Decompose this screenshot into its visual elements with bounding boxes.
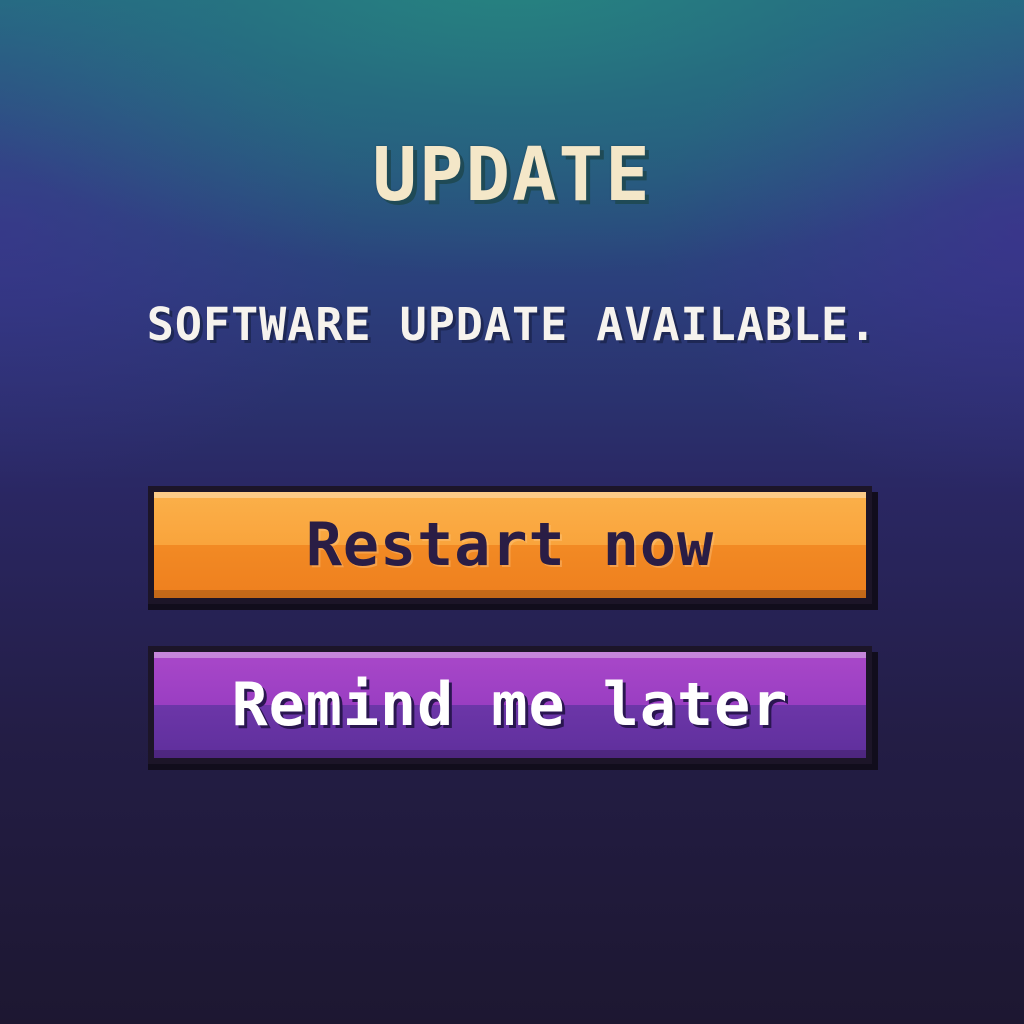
remind-me-later-button[interactable]: Remind me later bbox=[148, 646, 872, 764]
update-message: SOFTWARE UPDATE AVAILABLE. bbox=[146, 298, 878, 351]
remind-me-later-label: Remind me later bbox=[231, 670, 789, 740]
dialog-title: UPDATE bbox=[372, 132, 652, 218]
restart-now-label: Restart now bbox=[305, 510, 715, 580]
restart-now-button[interactable]: Restart now bbox=[148, 486, 872, 604]
